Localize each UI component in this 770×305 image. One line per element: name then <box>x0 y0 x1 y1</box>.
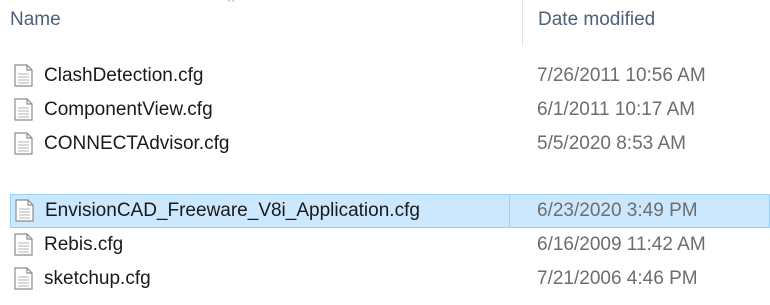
document-icon <box>14 98 33 121</box>
file-row[interactable]: Rebis.cfg 6/16/2009 11:42 AM <box>0 228 770 262</box>
file-name: Rebis.cfg <box>44 234 124 255</box>
file-name: ComponentView.cfg <box>44 99 213 120</box>
document-icon <box>15 199 34 222</box>
file-date-modified: 6/1/2011 10:17 AM <box>537 99 696 120</box>
date-modified-column-header[interactable]: Date modified <box>522 0 770 46</box>
file-date-modified: 6/16/2009 11:42 AM <box>537 234 706 255</box>
file-name: ClashDetection.cfg <box>44 65 204 86</box>
file-row[interactable]: sketchup.cfg 7/21/2006 4:46 PM <box>0 262 770 296</box>
document-icon <box>14 233 33 256</box>
file-row[interactable]: ClashDetection.cfg 7/26/2011 10:56 AM <box>0 59 770 93</box>
document-icon <box>14 132 33 155</box>
selected-name-cell[interactable]: EnvisionCAD_Freeware_V8i_Application.cfg <box>10 194 510 228</box>
file-name: EnvisionCAD_Freeware_V8i_Application.cfg <box>45 200 420 221</box>
file-list-view: Name ^ Date modified ClashDetection.cfg … <box>0 0 770 305</box>
file-row-selected[interactable]: EnvisionCAD_Freeware_V8i_Application.cfg… <box>0 194 770 228</box>
date-modified-column-label: Date modified <box>538 9 656 30</box>
file-date-modified: 6/23/2020 3:49 PM <box>537 200 698 221</box>
name-column-label: Name <box>10 9 61 30</box>
file-row[interactable]: CONNECTAdvisor.cfg 5/5/2020 8:53 AM <box>0 127 770 161</box>
column-header-row: Name ^ Date modified <box>0 0 770 46</box>
file-row[interactable]: ComponentView.cfg 6/1/2011 10:17 AM <box>0 93 770 127</box>
file-name: CONNECTAdvisor.cfg <box>44 133 230 154</box>
file-date-modified: 5/5/2020 8:53 AM <box>537 133 686 154</box>
file-name: sketchup.cfg <box>44 268 151 289</box>
file-date-modified: 7/21/2006 4:46 PM <box>537 268 698 289</box>
sort-ascending-icon: ^ <box>228 0 235 9</box>
file-date-modified: 7/26/2011 10:56 AM <box>537 65 706 86</box>
document-icon <box>14 267 33 290</box>
document-icon <box>14 64 33 87</box>
name-column-header[interactable]: Name ^ <box>0 0 522 46</box>
